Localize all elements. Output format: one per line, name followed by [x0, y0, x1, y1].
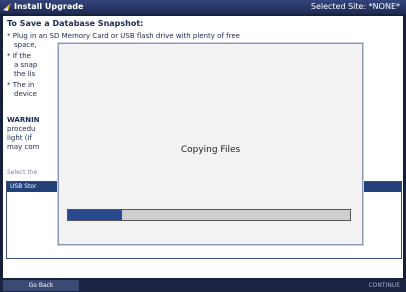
dialog-message: Copying Files	[180, 145, 241, 155]
footer-bar: Go Back CONTINUE	[0, 279, 406, 292]
select-device-label: Select the	[7, 169, 38, 176]
go-back-button[interactable]: Go Back	[3, 280, 79, 291]
window-title: Install Upgrade	[14, 2, 84, 11]
warning-line: procedu	[7, 125, 36, 133]
warning-line: may com	[7, 143, 40, 151]
instructions-heading: To Save a Database Snapshot:	[7, 19, 144, 28]
title-bar: Install Upgrade Selected Site: *NONE*	[0, 0, 406, 14]
instruction-3: * The in	[7, 81, 35, 89]
continue-button[interactable]: CONTINUE	[368, 280, 400, 291]
warning-line: light (if	[7, 134, 32, 142]
instruction-1: * Plug in an SD Memory Card or USB flash…	[7, 32, 240, 40]
warning-text: WARNIN procedu light (if may com	[7, 116, 40, 152]
instruction-2-cont: the lis	[14, 70, 36, 78]
progress-bar	[67, 209, 351, 221]
instruction-3-cont: device	[14, 90, 37, 98]
instruction-2-cont: a snap	[14, 61, 38, 69]
progress-fill	[68, 210, 122, 220]
app-logo-icon	[3, 3, 11, 11]
copy-progress-dialog: Copying Files	[58, 43, 363, 245]
selected-site-label: Selected Site: *NONE*	[310, 2, 400, 11]
warning-line: WARNIN	[7, 116, 40, 124]
instruction-2: * If the	[7, 52, 31, 60]
instruction-1-cont: space,	[14, 41, 37, 49]
